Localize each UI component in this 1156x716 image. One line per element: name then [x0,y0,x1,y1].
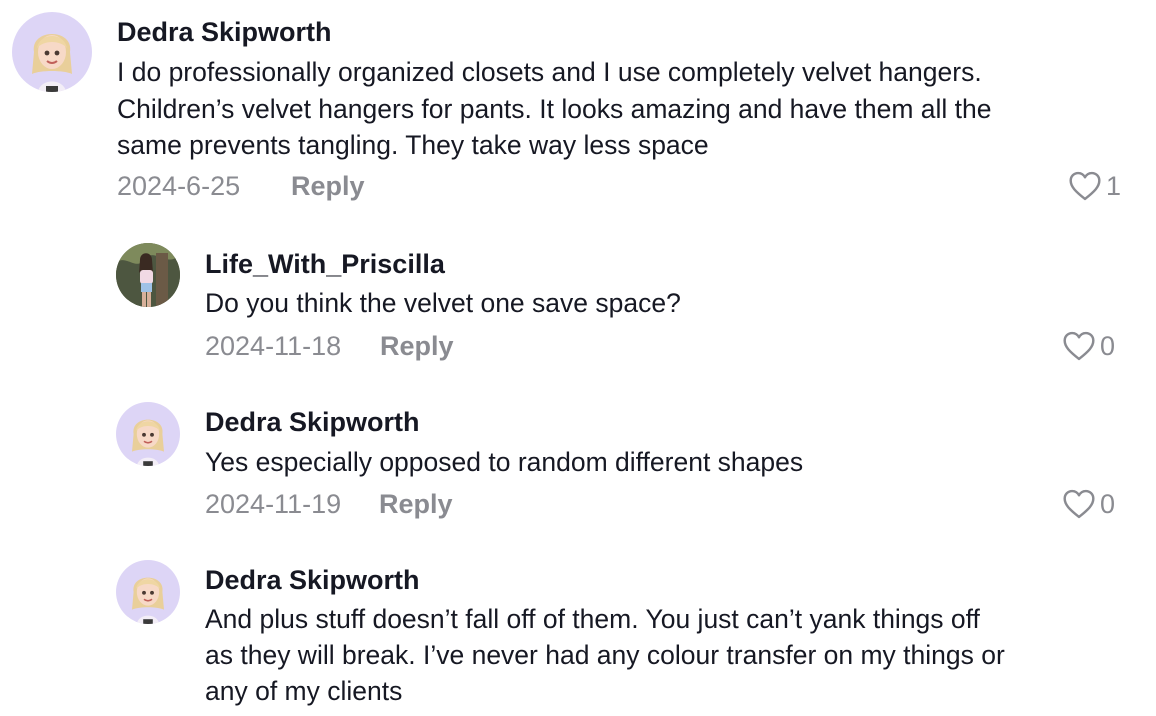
comment-text-line: as they will break. I’ve never had any c… [205,640,1005,670]
reply-item: Dedra Skipworth Yes especially opposed t… [0,380,1156,540]
like-count: 0 [1100,331,1116,361]
reply-button[interactable]: Reply [380,330,454,362]
cartoon-blonde-girl-icon [12,12,92,92]
comment-text: Yes especially opposed to random differe… [205,444,803,481]
avatar[interactable] [12,12,92,92]
comment-date: 2024-11-19 [205,489,342,519]
comment-text: Do you think the velvet one save space? [205,285,681,322]
like-count: 0 [1100,489,1116,519]
comment-username[interactable]: Dedra Skipworth [205,564,420,596]
avatar[interactable] [116,402,180,466]
comment-text-line: any of my clients [205,676,403,706]
reply-item: Life_With_Priscilla Do you think the vel… [0,220,1156,380]
cartoon-blonde-girl-icon [116,560,180,624]
reply-button[interactable]: Reply [291,170,365,202]
comment-text-line: Do you think the velvet one save space? [205,288,681,318]
like-count: 1 [1106,171,1122,201]
comment-username[interactable]: Dedra Skipworth [117,16,332,48]
comment-date: 2024-11-18 [205,331,342,361]
comment-text: I do professionally organized closets an… [117,54,992,164]
comment-text-line: Yes especially opposed to random differe… [205,447,804,477]
avatar[interactable] [116,243,180,307]
comment-item: Dedra Skipworth I do professionally orga… [0,0,1156,220]
comment-text-line: same prevents tangling. They take way le… [117,130,709,160]
comment-date: 2024-6-25 [117,171,241,201]
heart-icon [1069,171,1101,201]
comment-username[interactable]: Dedra Skipworth [205,406,420,438]
reply-button[interactable]: Reply [379,488,453,520]
cartoon-blonde-girl-icon [116,402,180,466]
comment-text-line: Children’s velvet hangers for pants. It … [117,93,992,124]
like-button[interactable]: 1 [1068,170,1121,202]
like-button[interactable]: 0 [1062,330,1115,362]
heart-icon [1063,489,1095,519]
comment-text-line: And plus stuff doesn’t fall off of them.… [205,604,980,634]
heart-icon [1063,331,1095,361]
comment-text: And plus stuff doesn’t fall off of them.… [205,601,1005,709]
like-button[interactable]: 0 [1062,488,1115,520]
photo-woman-tree-icon [116,243,180,307]
comment-username[interactable]: Life_With_Priscilla [205,248,445,280]
reply-item: Dedra Skipworth And plus stuff doesn’t f… [0,540,1156,716]
avatar[interactable] [116,560,180,624]
comment-text-line: I do professionally organized closets an… [117,57,982,87]
